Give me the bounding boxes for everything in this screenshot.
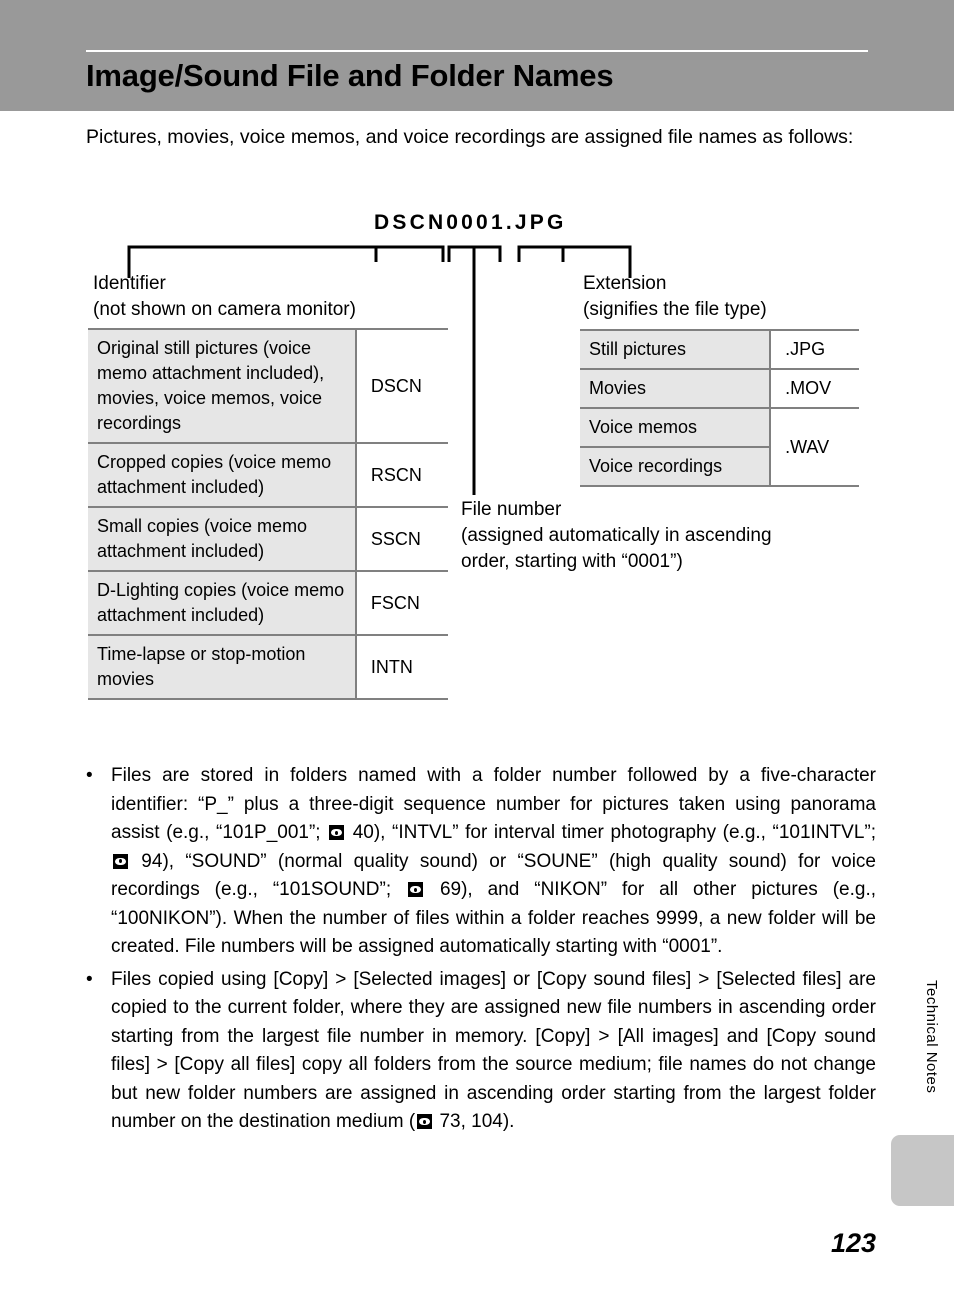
list-item-text: Files copied using [Copy] > [Selected im… <box>111 968 876 1133</box>
identifier-code-cell: INTN <box>355 634 448 700</box>
identifier-description-cell: Time-lapse or stop-motion movies <box>88 634 357 700</box>
page-title: Image/Sound File and Folder Names <box>86 58 614 93</box>
table-row: Still pictures .JPG <box>580 329 859 370</box>
list-item: • Files are stored in folders named with … <box>86 762 876 962</box>
page-number: 123 <box>830 1228 876 1258</box>
extension-description-cell: Voice memos <box>580 407 772 448</box>
extension-table-body: Still pictures .JPG Movies .MOV Voice memos.… <box>580 329 859 487</box>
extension-table: Still pictures .JPG Movies .MOV Voice memos.… <box>580 329 859 487</box>
table-row: Cropped copies (voice memo attachment in… <box>88 442 448 508</box>
callout-identifier-line1: Identifier <box>93 273 166 294</box>
table-row: Voice memos .WAV <box>580 407 859 487</box>
xref-icon <box>329 825 345 840</box>
identifier-code-cell: DSCN <box>355 328 448 444</box>
xref-icon <box>113 853 128 869</box>
side-tab-label: Technical Notes <box>923 980 940 1094</box>
extension-description-cell: Still pictures <box>580 329 772 370</box>
bullet-marker: • <box>86 765 93 786</box>
callout-extension: Extension (signifies the file type) <box>583 271 883 323</box>
callout-extension-line1: Extension <box>583 273 667 294</box>
filename-sample: DSCN0001.JPG <box>374 211 567 234</box>
table-row: D-Lighting copies (voice memo attachment… <box>88 570 448 636</box>
header-band: Image/Sound File and Folder Names <box>0 0 954 111</box>
callout-file-number-line2: (assigned automatically in ascending <box>461 525 772 546</box>
identifier-description-cell: Original still pictures (voice memo atta… <box>88 328 357 444</box>
identifier-code-cell: RSCN <box>355 442 448 508</box>
identifier-code-cell: SSCN <box>355 506 448 572</box>
extension-code-cell: .JPG <box>770 329 859 370</box>
extension-description-cell: Movies <box>580 368 772 409</box>
extension-code-cell: .WAV <box>770 407 859 487</box>
notes-list: • Files are stored in folders named with … <box>86 762 876 1141</box>
identifier-code-cell: FSCN <box>355 570 448 636</box>
extension-description-cell: Voice recordings <box>580 446 772 487</box>
callout-file-number: File number (assigned automatically in a… <box>461 497 861 575</box>
callout-identifier: Identifier (not shown on camera monitor) <box>93 271 453 323</box>
extension-code-cell: .MOV <box>770 368 859 409</box>
intro-paragraph: Pictures, movies, voice memos, and voice… <box>86 126 854 148</box>
side-tab-block <box>891 1135 954 1206</box>
callout-file-number-line3: order, starting with “0001”) <box>461 551 683 572</box>
xref-icon <box>408 882 424 897</box>
table-row: Time-lapse or stop-motion movies INTN <box>88 634 448 700</box>
identifier-table-body: Original still pictures (voice memo atta… <box>88 328 448 700</box>
callout-file-number-line1: File number <box>461 499 562 520</box>
list-item-text: Files are stored in folders named with a… <box>111 765 877 957</box>
bullet-marker: • <box>86 968 93 990</box>
header-rule <box>86 50 868 52</box>
table-row: Small copies (voice memo attachment incl… <box>88 506 448 572</box>
identifier-description-cell: Small copies (voice memo attachment incl… <box>88 506 357 572</box>
list-item: • Files copied using [Copy] > [Selected i… <box>86 966 876 1137</box>
identifier-table: Original still pictures (voice memo atta… <box>88 328 448 700</box>
callout-identifier-line2: (not shown on camera monitor) <box>93 299 356 320</box>
identifier-description-cell: D-Lighting copies (voice memo attachment… <box>88 570 357 636</box>
table-row: Original still pictures (voice memo atta… <box>88 328 448 444</box>
xref-icon <box>417 1114 433 1129</box>
table-row: Movies .MOV <box>580 368 859 409</box>
callout-extension-line2: (signifies the file type) <box>583 299 767 320</box>
identifier-description-cell: Cropped copies (voice memo attachment in… <box>88 442 357 508</box>
